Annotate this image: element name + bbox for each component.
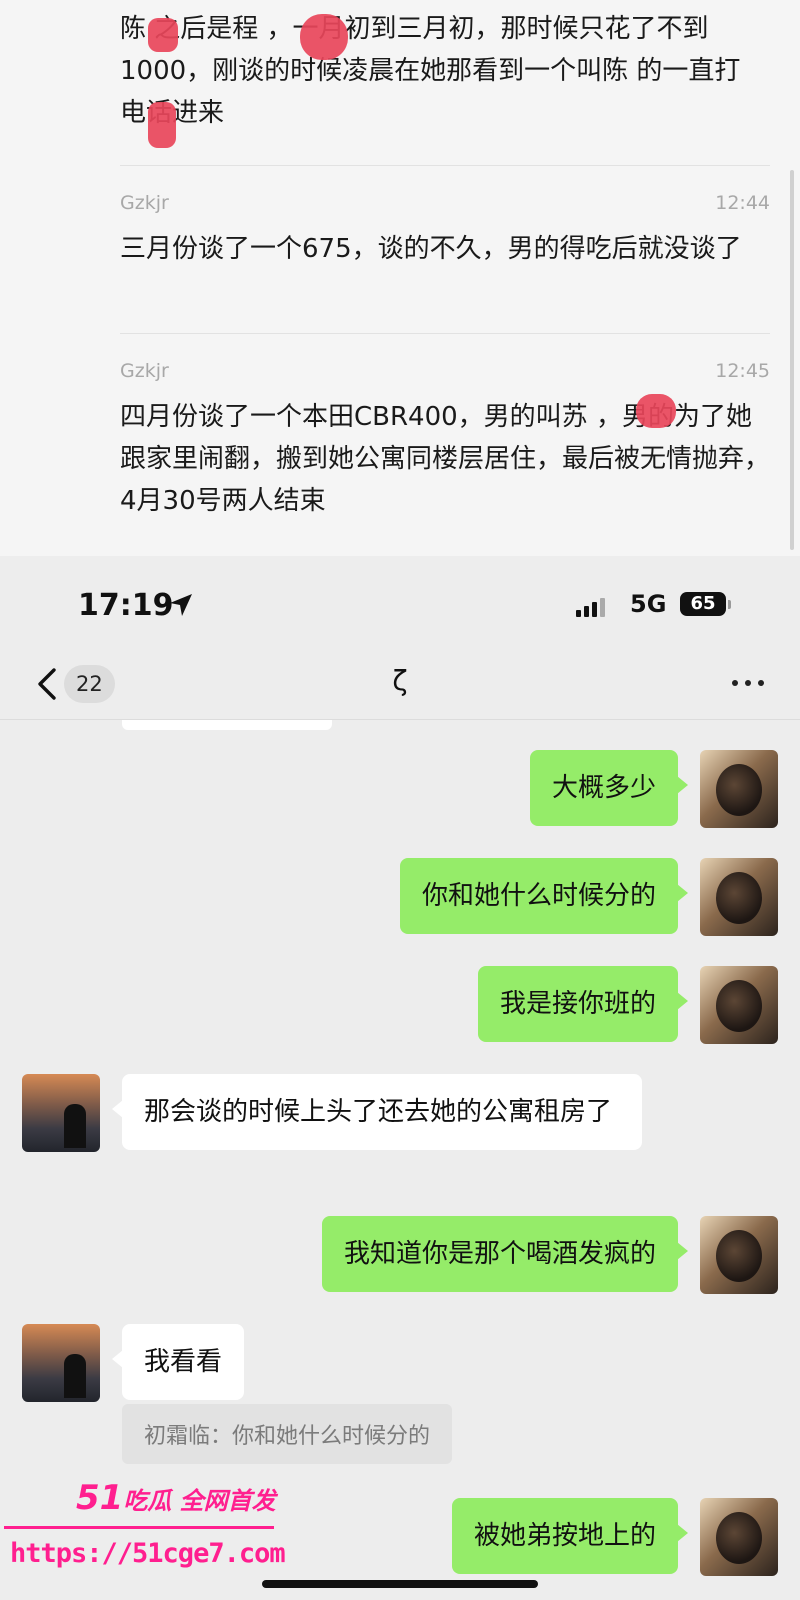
chat-nav-bar: 22 ζ	[0, 652, 800, 720]
message-bubble[interactable]: 我是接你班的	[477, 966, 689, 1042]
avatar[interactable]	[700, 1498, 778, 1576]
record-text-partial: 陈 之后是程 ，一月初到三月初，那时候只花了不到1000，刚谈的时候凌晨在她那看…	[120, 14, 741, 128]
network-type: 5G	[630, 590, 667, 618]
redaction-mark	[636, 394, 676, 428]
message-bubble[interactable]: 我知道你是那个喝酒发疯的	[321, 1216, 689, 1292]
status-time: 17:19	[78, 588, 174, 623]
signal-icon	[576, 598, 605, 617]
message-bubble[interactable]: 那会谈的时候上头了还去她的公寓租房了	[112, 1074, 642, 1150]
chat-records-panel: 陈 之后是程 ，一月初到三月初，那时候只花了不到1000，刚谈的时候凌晨在她那看…	[0, 0, 800, 556]
chat-title: ζ	[392, 664, 408, 697]
quoted-message[interactable]: 初霜临：你和她什么时候分的	[122, 1404, 453, 1464]
message-bubble-partial	[122, 720, 332, 730]
message-bubble[interactable]: 被她弟按地上的	[451, 1498, 689, 1574]
redaction-mark	[148, 18, 178, 52]
watermark: 51吃瓜 全网首发 https://51cge7.com	[0, 1470, 300, 1580]
watermark-url: https://51cge7.com	[10, 1538, 286, 1569]
watermark-logo: 51吃瓜 全网首发	[76, 1478, 276, 1518]
watermark-logo-number: 51	[76, 1478, 124, 1518]
avatar[interactable]	[700, 1216, 778, 1294]
message-bubble[interactable]: 我看看	[111, 1324, 245, 1400]
record-time: 12:44	[715, 192, 770, 214]
record-item: Gzkjr 12:44 三月份谈了一个675，谈的不久，男的得吃后就没谈了	[120, 165, 770, 270]
avatar[interactable]	[700, 858, 778, 936]
battery-level: 65	[680, 592, 726, 616]
message-outgoing: 大概多少	[529, 750, 778, 828]
record-sender: Gzkjr	[120, 192, 169, 214]
home-indicator[interactable]	[262, 1580, 538, 1588]
record-item: Gzkjr 12:45 四月份谈了一个本田CBR400，男的叫苏 ，男的为了她跟…	[120, 333, 770, 522]
record-time: 12:45	[715, 360, 770, 382]
watermark-logo-text: 吃瓜 全网首发	[123, 1487, 276, 1515]
avatar[interactable]	[700, 750, 778, 828]
message-bubble[interactable]: 你和她什么时候分的	[399, 858, 689, 934]
avatar[interactable]	[22, 1324, 100, 1402]
avatar[interactable]	[22, 1074, 100, 1152]
message-outgoing: 被她弟按地上的	[451, 1498, 778, 1576]
more-icon[interactable]	[732, 680, 764, 686]
status-bar: 17:19 5G 65	[0, 556, 800, 652]
location-arrow-icon	[170, 594, 192, 616]
message-incoming: 那会谈的时候上头了还去她的公寓租房了	[22, 1074, 642, 1152]
chat-area: 大概多少 你和她什么时候分的 我是接你班的 那会谈的时候上头了还去她的公寓租房了…	[0, 720, 800, 1600]
watermark-divider	[4, 1526, 274, 1529]
scrollbar[interactable]	[790, 170, 794, 550]
record-sender: Gzkjr	[120, 360, 169, 382]
message-outgoing: 我知道你是那个喝酒发疯的	[321, 1216, 778, 1294]
message-outgoing: 你和她什么时候分的	[399, 858, 778, 936]
message-outgoing: 我是接你班的	[477, 966, 778, 1044]
message-incoming: 我看看	[22, 1324, 245, 1402]
record-body: 三月份谈了一个675，谈的不久，男的得吃后就没谈了	[120, 234, 742, 264]
redaction-mark	[148, 102, 176, 148]
redaction-mark	[300, 14, 348, 60]
battery-tip	[728, 600, 731, 609]
message-bubble[interactable]: 大概多少	[529, 750, 689, 826]
avatar[interactable]	[700, 966, 778, 1044]
